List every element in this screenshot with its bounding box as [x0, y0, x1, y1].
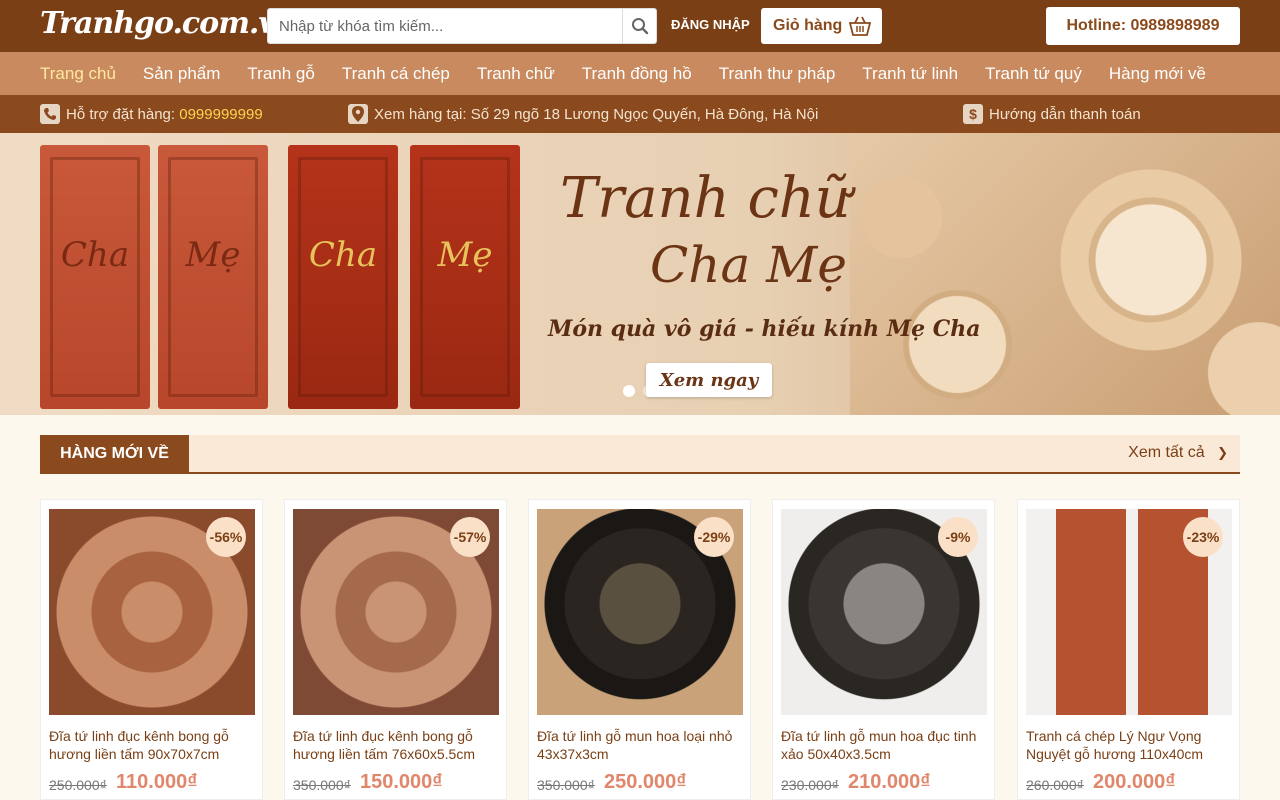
carved-flowers-image: [850, 133, 1280, 415]
discount-badge: -56%: [206, 517, 246, 557]
search-icon: [631, 18, 648, 35]
section-title: HÀNG MỚI VỀ: [40, 435, 189, 472]
product-name[interactable]: Đĩa tứ linh đục kênh bong gỗ hương liền …: [49, 727, 259, 763]
main-nav: Trang chủ Sản phẩm Tranh gỗ Tranh cá ché…: [0, 52, 1280, 95]
view-all-label: Xem tất cả: [1128, 444, 1205, 461]
search-box: [267, 8, 657, 44]
top-header: Tranhgo.com.vn ĐĂNG NHẬP Giỏ hàng Hotlin…: [0, 0, 1280, 52]
cart-button[interactable]: Giỏ hàng: [761, 8, 882, 44]
product-name[interactable]: Đĩa tứ linh gỗ mun hoa đục tinh xảo 50x4…: [781, 727, 991, 763]
old-price: 350.000₫: [537, 777, 595, 793]
address-info: Xem hàng tại: Số 29 ngõ 18 Lương Ngọc Qu…: [348, 95, 818, 133]
support-label: Hỗ trợ đặt hàng:: [66, 105, 176, 123]
support-info: Hỗ trợ đặt hàng: 0999999999: [40, 95, 263, 133]
banner-subtitle: Món quà vô giá - hiếu kính Mẹ Cha: [548, 316, 981, 342]
discount-badge: -9%: [938, 517, 978, 557]
scroll-panel: Cha: [40, 145, 150, 409]
chevron-right-icon: ❯: [1217, 445, 1228, 460]
scroll-panel: Mẹ: [410, 145, 520, 409]
site-logo[interactable]: Tranhgo.com.vn: [40, 6, 297, 41]
discount-badge: -57%: [450, 517, 490, 557]
nav-item-carp-paintings[interactable]: Tranh cá chép: [342, 64, 450, 84]
sale-price: 210.000₫: [848, 771, 931, 793]
new-arrivals-header: HÀNG MỚI VỀ Xem tất cả ❯: [40, 435, 1240, 474]
nav-item-word-paintings[interactable]: Tranh chữ: [477, 64, 555, 84]
view-all-link[interactable]: Xem tất cả ❯: [1128, 444, 1228, 462]
scroll-panel: Cha: [288, 145, 398, 409]
product-card[interactable]: -9% Đĩa tứ linh gỗ mun hoa đục tinh xảo …: [772, 499, 995, 800]
basket-icon: [849, 16, 872, 36]
sale-price: 200.000₫: [1093, 771, 1176, 793]
product-card[interactable]: -29% Đĩa tứ linh gỗ mun hoa loại nhỏ 43x…: [528, 499, 751, 800]
old-price: 230.000₫: [781, 777, 839, 793]
nav-item-new-arrivals[interactable]: Hàng mới về: [1109, 64, 1206, 84]
support-phone[interactable]: 0999999999: [179, 106, 262, 123]
carousel-dot[interactable]: [643, 385, 655, 397]
old-price: 250.000₫: [49, 777, 107, 793]
cart-label: Giỏ hàng: [773, 17, 843, 34]
nav-item-four-seasons[interactable]: Tranh tứ quý: [985, 64, 1082, 84]
search-button[interactable]: [622, 9, 656, 43]
dollar-icon: $: [963, 104, 983, 124]
nav-item-calligraphy[interactable]: Tranh thư pháp: [719, 64, 836, 84]
banner-cta-button[interactable]: Xem ngay: [646, 363, 772, 397]
product-name[interactable]: Đĩa tứ linh đục kênh bong gỗ hương liền …: [293, 727, 503, 763]
sale-price: 110.000₫: [116, 771, 198, 793]
carousel-dot-active[interactable]: [623, 385, 635, 397]
search-input[interactable]: [268, 9, 622, 43]
nav-item-wood-paintings[interactable]: Tranh gỗ: [247, 64, 314, 84]
nav-item-products[interactable]: Sản phẩm: [143, 64, 221, 84]
banner-title-line1: Tranh chữ: [560, 166, 851, 231]
discount-badge: -23%: [1183, 517, 1223, 557]
payment-guide-link[interactable]: Hướng dẫn thanh toán: [989, 106, 1141, 123]
product-card[interactable]: -56% Đĩa tứ linh đục kênh bong gỗ hương …: [40, 499, 263, 800]
sale-price: 250.000₫: [604, 771, 687, 793]
nav-item-four-sacred[interactable]: Tranh tứ linh: [862, 64, 958, 84]
nav-item-home[interactable]: Trang chủ: [40, 64, 116, 84]
product-card[interactable]: -57% Đĩa tứ linh đục kênh bong gỗ hương …: [284, 499, 507, 800]
product-name[interactable]: Tranh cá chép Lý Ngư Vọng Nguyệt gỗ hươn…: [1026, 727, 1236, 763]
phone-icon: [40, 104, 60, 124]
banner-title-line2: Cha Mẹ: [650, 236, 847, 294]
scroll-panel: Mẹ: [158, 145, 268, 409]
payment-info: $ Hướng dẫn thanh toán: [963, 95, 1141, 133]
product-name[interactable]: Đĩa tứ linh gỗ mun hoa loại nhỏ 43x37x3c…: [537, 727, 747, 763]
login-link[interactable]: ĐĂNG NHẬP: [671, 17, 750, 32]
address-text[interactable]: Xem hàng tại: Số 29 ngõ 18 Lương Ngọc Qu…: [374, 106, 818, 123]
hero-banner[interactable]: Cha Mẹ Cha Mẹ Tranh chữ Cha Mẹ Món quà v…: [0, 133, 1280, 415]
info-bar: Hỗ trợ đặt hàng: 0999999999 Xem hàng tại…: [0, 95, 1280, 133]
sale-price: 150.000₫: [360, 771, 443, 793]
hotline-button[interactable]: Hotline: 0989898989: [1046, 7, 1240, 45]
old-price: 260.000₫: [1026, 777, 1084, 793]
product-card[interactable]: -23% Tranh cá chép Lý Ngư Vọng Nguyệt gỗ…: [1017, 499, 1240, 800]
map-pin-icon: [348, 104, 368, 124]
discount-badge: -29%: [694, 517, 734, 557]
nav-item-clock-paintings[interactable]: Tranh đồng hồ: [582, 64, 692, 84]
old-price: 350.000₫: [293, 777, 351, 793]
